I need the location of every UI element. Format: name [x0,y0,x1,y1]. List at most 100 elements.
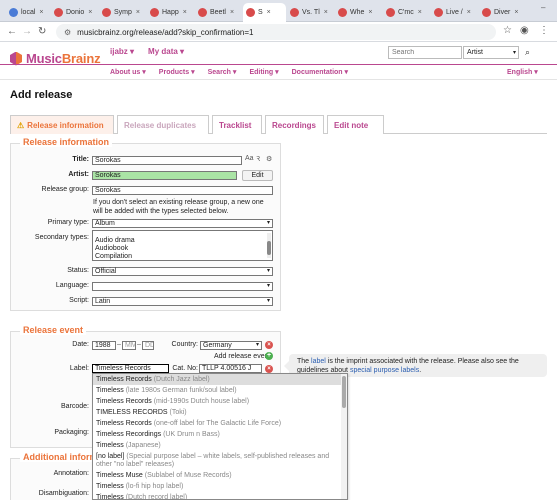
browser-tab[interactable]: Symp × [99,3,146,22]
close-tab-icon[interactable]: × [324,9,328,16]
nav-item-documentation[interactable]: Documentation ▾ [292,68,348,76]
minimize-icon[interactable]: – [541,3,545,12]
close-tab-icon[interactable]: × [368,9,372,16]
browser-tab[interactable]: Diver × [479,3,526,22]
dropdown-scrollbar[interactable] [341,374,347,499]
address-bar: ← → ↻ ⚙ musicbrainz.org/release/add?skip… [0,22,557,42]
guess-case-icon[interactable]: Aa [245,155,254,162]
nav-item-about-us[interactable]: About us ▾ [110,68,146,76]
nav-item-search[interactable]: Search ▾ [208,68,237,76]
autocomplete-option[interactable]: Timeless (late 1980s German funk/soul la… [93,385,347,396]
tab-release-information[interactable]: ⚠ Release information [10,115,114,134]
close-tab-icon[interactable]: × [467,9,471,16]
user-menu[interactable]: ijabz ▾ [110,47,134,56]
secondary-types-listbox[interactable]: Audio drama Audiobook Compilation [92,230,273,261]
url-input[interactable]: ⚙ musicbrainz.org/release/add?skip_confi… [56,24,496,40]
secondary-type-option[interactable]: Compilation [95,253,272,261]
language-select[interactable]: ▾ [92,282,273,291]
forward-icon[interactable]: → [22,25,32,39]
browser-tab[interactable]: Vs. Tl × [287,3,334,22]
browser-tab[interactable]: Donio × [51,3,98,22]
tab-release-duplicates[interactable]: Release duplicates [117,115,209,134]
primary-type-select[interactable]: Album ▾ [92,219,273,228]
release-group-input[interactable]: Sorokas [92,186,273,195]
remove-label-icon[interactable]: × [265,365,273,373]
search-input[interactable] [388,46,462,59]
secondary-type-option[interactable]: Audiobook [95,245,272,253]
autocomplete-option[interactable]: Timeless (lo-fi hip hop label) [93,481,347,492]
option-comment: (Japanese) [125,441,161,449]
favicon-icon [482,8,491,17]
autocomplete-option[interactable]: Timeless (Japanese) [93,440,347,451]
autocomplete-option[interactable]: TIMELESS RECORDS (Toki) [93,407,347,418]
language-menu[interactable]: English ▾ [507,68,538,76]
option-name: Timeless Records [96,419,152,427]
artist-input[interactable]: Sorokas [92,171,237,180]
close-tab-icon[interactable]: × [88,9,92,16]
sort-name-icon[interactable]: Ꝛ [256,155,260,164]
tab-edit-note[interactable]: Edit note [327,115,384,134]
secondary-type-option[interactable]: Audio drama [95,237,272,245]
close-tab-icon[interactable]: × [267,9,271,16]
status-label: Status: [67,267,89,274]
browser-tab[interactable]: Live / × [431,3,478,22]
catno-input[interactable]: TLLP 4.00516 J [199,364,262,373]
close-tab-icon[interactable]: × [183,9,187,16]
browser-tab[interactable]: local × [6,3,50,22]
back-icon[interactable]: ← [7,25,17,39]
remove-event-icon[interactable]: × [265,341,273,349]
listbox-scrollbar[interactable] [267,233,271,258]
browser-tab[interactable]: C'mc × [383,3,430,22]
add-event-icon[interactable]: + [265,352,273,360]
add-release-event-link[interactable]: Add release event [214,352,270,361]
day-input[interactable]: DD [142,341,154,350]
menu-icon[interactable]: ⋮ [539,25,549,36]
main-nav: About us ▾ Products ▾ Search ▾ Editing ▾ Doc… [0,64,557,80]
status-select[interactable]: Official ▾ [92,267,273,276]
tab-recordings[interactable]: Recordings [265,115,324,134]
close-tab-icon[interactable]: × [418,9,422,16]
nav-item-products[interactable]: Products ▾ [159,68,195,76]
browser-tab[interactable]: Happ × [147,3,194,22]
autocomplete-option[interactable]: Timeless Records (one-off label for The … [93,418,347,429]
site-info-icon[interactable]: ⚙ [64,28,71,37]
label-autocomplete-dropdown: Timeless Records (Dutch Jazz label) Timel… [92,373,348,500]
reload-icon[interactable]: ↻ [38,25,46,39]
edit-artist-button[interactable]: Edit [242,170,273,181]
additional-information-legend: Additional inform [20,452,101,462]
label-input[interactable]: Timeless Records [92,364,169,373]
option-name: TIMELESS RECORDS [96,408,168,416]
favicon-icon [338,8,347,17]
browser-tab[interactable]: Beetl × [195,3,242,22]
month-input[interactable]: MM [122,341,136,350]
search-type-select[interactable]: Artist ▾ [463,46,519,59]
autocomplete-option[interactable]: Timeless Records (Dutch Jazz label) [93,374,347,385]
title-input[interactable]: Sorokas [92,156,242,165]
special-purpose-labels-link[interactable]: special purpose labels [350,367,419,374]
tab-tracklist[interactable]: Tracklist [212,115,262,134]
my-data-menu[interactable]: My data ▾ [148,47,184,56]
autocomplete-option[interactable]: Timeless Muse (Sublabel of Muse Records) [93,470,347,481]
country-select[interactable]: Germany ▾ [200,341,262,350]
close-tab-icon[interactable]: × [230,9,234,16]
profile-icon[interactable]: ◉ [520,25,529,36]
close-tab-icon[interactable]: × [136,9,140,16]
option-comment: (late 1980s German funk/soul label) [125,386,237,394]
nav-item-editing[interactable]: Editing ▾ [249,68,278,76]
browser-tab[interactable]: S × [243,3,286,22]
autocomplete-option[interactable]: Timeless Records (mid-1990s Dutch house … [93,396,347,407]
close-tab-icon[interactable]: × [39,9,43,16]
autocomplete-option[interactable]: Timeless (Dutch record label) [93,492,347,500]
year-input[interactable]: 1988 [92,341,116,350]
autocomplete-option[interactable]: [no label] (Special purpose label – whit… [93,451,347,470]
gear-icon[interactable]: ⚙ [266,155,272,163]
title-label: Title: [72,156,89,163]
autocomplete-option[interactable]: Timeless Recordings (UK Drum n Bass) [93,429,347,440]
extensions-icon[interactable]: ☆ [503,25,512,36]
close-tab-icon[interactable]: × [514,9,518,16]
label-help-link[interactable]: label [311,358,326,365]
script-select[interactable]: Latin ▾ [92,297,273,306]
browser-tab-label: Live / [446,9,463,16]
search-icon[interactable]: ⌕ [521,46,534,59]
browser-tab[interactable]: Whe × [335,3,382,22]
